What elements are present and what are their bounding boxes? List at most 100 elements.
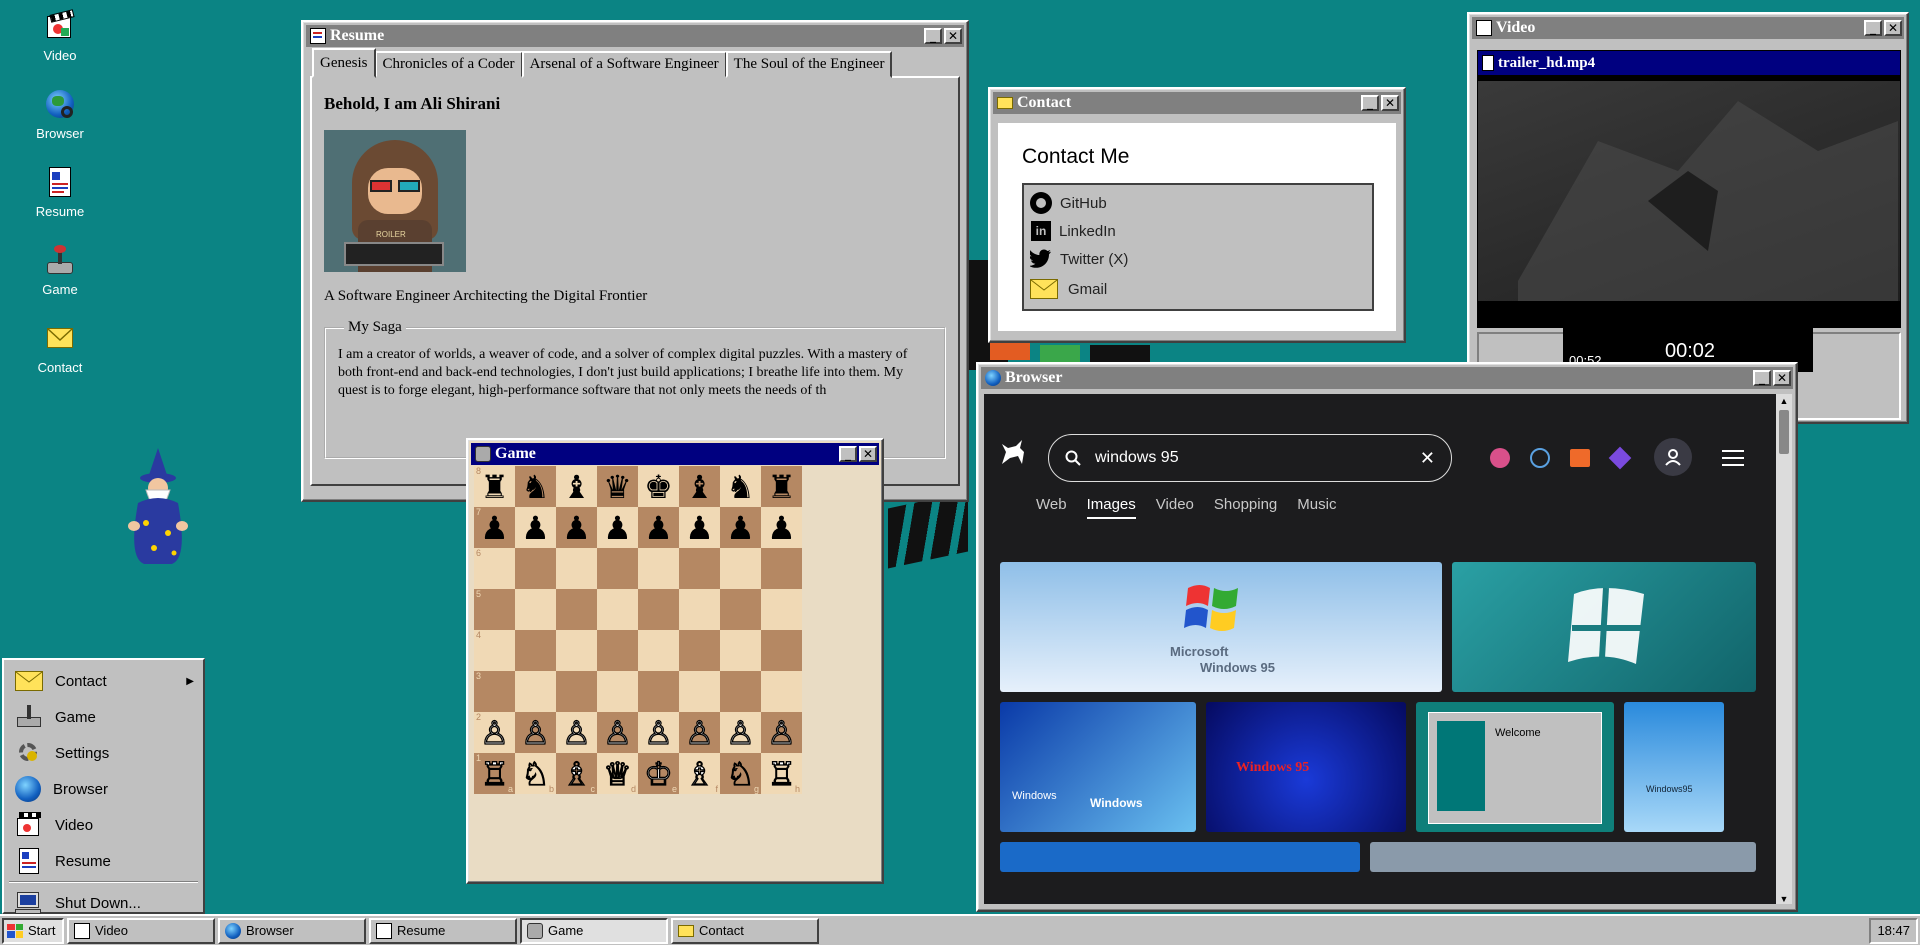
chess-square[interactable]: ♙ [556,712,597,753]
chess-piece[interactable]: ♙ [480,716,510,749]
chess-piece[interactable]: ♞ [726,471,755,503]
tab-shopping[interactable]: Shopping [1214,496,1277,519]
minimize-button[interactable]: _ [839,446,857,462]
image-result[interactable]: Windows 95 [1206,702,1406,832]
chess-square[interactable]: ♗ f [679,753,720,794]
chess-square[interactable] [679,671,720,712]
chess-square[interactable]: ♕ d [597,753,638,794]
chess-piece[interactable]: ♙ [603,716,633,749]
contact-twitter[interactable]: Twitter (X) [1030,245,1366,273]
chess-square[interactable] [720,671,761,712]
tab-web[interactable]: Web [1036,496,1067,519]
tab-genesis[interactable]: Genesis [312,48,376,78]
chess-square[interactable]: ♙ [720,712,761,753]
chess-piece[interactable]: ♟ [644,512,673,544]
chess-square[interactable]: ♙ [679,712,720,753]
chess-square[interactable] [679,630,720,671]
chess-piece[interactable]: ♙ [726,716,756,749]
image-result[interactable]: Welcome [1416,702,1614,832]
close-button[interactable]: ✕ [859,446,877,462]
image-result[interactable] [1000,842,1360,872]
contact-gmail[interactable]: Gmail [1030,273,1366,305]
chess-square[interactable] [720,630,761,671]
browser-scrollbar[interactable]: ▲ ▼ [1776,394,1792,904]
chess-square[interactable] [597,671,638,712]
chess-piece[interactable]: ♙ [767,716,797,749]
start-menu-item-resume[interactable]: Resume [7,843,200,879]
start-menu-item-browser[interactable]: Browser [7,771,200,807]
chess-square[interactable]: ♚ [638,466,679,507]
chess-square[interactable]: ♘ b [515,753,556,794]
desktop-icon-resume[interactable]: Resume [20,166,100,219]
chess-square[interactable]: ♞ [720,466,761,507]
chess-square[interactable]: ♟ [556,507,597,548]
chess-square[interactable] [515,630,556,671]
wizard-assistant[interactable] [118,448,198,568]
image-result[interactable] [1370,842,1756,872]
chess-piece[interactable]: ♟ [767,512,796,544]
tab-music[interactable]: Music [1297,496,1336,519]
account-icon[interactable] [1654,438,1692,476]
minimize-button[interactable]: _ [1361,95,1379,111]
chess-square[interactable]: 4 [474,630,515,671]
game-titlebar[interactable]: Game _ ✕ [471,443,879,465]
chess-square[interactable]: ♔ e [638,753,679,794]
chess-piece[interactable]: ♙ [521,716,551,749]
chess-square[interactable] [556,630,597,671]
taskbar-item-browser[interactable]: Browser [218,917,366,944]
chess-square[interactable]: ♙ [515,712,556,753]
video-frame[interactable] [1478,81,1900,301]
chess-square[interactable] [638,671,679,712]
chess-piece[interactable]: ♝ [685,471,714,503]
chess-piece[interactable]: ♘ [726,757,756,790]
vpn-icon[interactable] [1608,446,1632,470]
mail-icon[interactable] [1570,449,1590,467]
chess-square[interactable] [556,548,597,589]
chess-square[interactable] [761,630,802,671]
start-menu-item-contact[interactable]: Contact ▶ [7,663,200,699]
chess-square[interactable] [638,630,679,671]
desktop-icon-browser[interactable]: Browser [20,88,100,141]
chess-square[interactable]: 3 [474,671,515,712]
chess-piece[interactable]: ♞ [521,471,550,503]
chess-square[interactable]: ♟ [720,507,761,548]
phone-icon[interactable] [1490,448,1510,468]
chess-square[interactable] [556,671,597,712]
taskbar-item-contact[interactable]: Contact [671,917,819,944]
minimize-button[interactable]: _ [924,28,942,44]
chess-square[interactable] [720,548,761,589]
chess-square[interactable]: ♘ g [720,753,761,794]
chess-piece[interactable]: ♙ [644,716,674,749]
close-button[interactable]: ✕ [1381,95,1399,111]
chess-piece[interactable]: ♙ [685,716,715,749]
resume-titlebar[interactable]: Resume _ ✕ [306,25,964,47]
close-button[interactable]: ✕ [1884,20,1902,36]
chess-piece[interactable]: ♗ [562,757,592,790]
chess-square[interactable] [679,548,720,589]
chess-piece[interactable]: ♟ [521,512,550,544]
chess-piece[interactable]: ♗ [685,757,715,790]
contact-linkedin[interactable]: in LinkedIn [1030,217,1366,245]
chess-square[interactable]: ♞ [515,466,556,507]
desktop-icon-contact[interactable]: Contact [20,322,100,375]
chess-piece[interactable]: ♟ [685,512,714,544]
taskbar-item-video[interactable]: Video [67,917,215,944]
image-result[interactable]: Windows Windows [1000,702,1196,832]
chess-square[interactable] [515,671,556,712]
contact-github[interactable]: GitHub [1030,189,1366,217]
chess-square[interactable]: ♛ [597,466,638,507]
chess-square[interactable] [597,589,638,630]
chess-piece[interactable]: ♟ [726,512,755,544]
chess-square[interactable]: ♝ [556,466,597,507]
chess-square[interactable]: ♜ 8 [474,466,515,507]
chess-square[interactable]: ♟ [597,507,638,548]
chess-square[interactable] [515,589,556,630]
chess-square[interactable] [679,589,720,630]
close-button[interactable]: ✕ [1773,370,1791,386]
chess-square[interactable]: 5 [474,589,515,630]
start-menu-item-game[interactable]: Game [7,699,200,735]
chess-square[interactable]: ♟ [515,507,556,548]
chess-square[interactable] [720,589,761,630]
chess-piece[interactable]: ♜ [767,471,796,503]
game-window[interactable]: Game _ ✕ ♜ 8 ♞ ♝ ♛ ♚ ♝ ♞ ♜ ♟ 7 ♟ ♟ ♟ ♟ ♟ ♟ ♟ 6 5 4 3 ♙ 2 ♙ ♙ ♙ ♙ ♙ ♙ ♙… [466,438,884,884]
